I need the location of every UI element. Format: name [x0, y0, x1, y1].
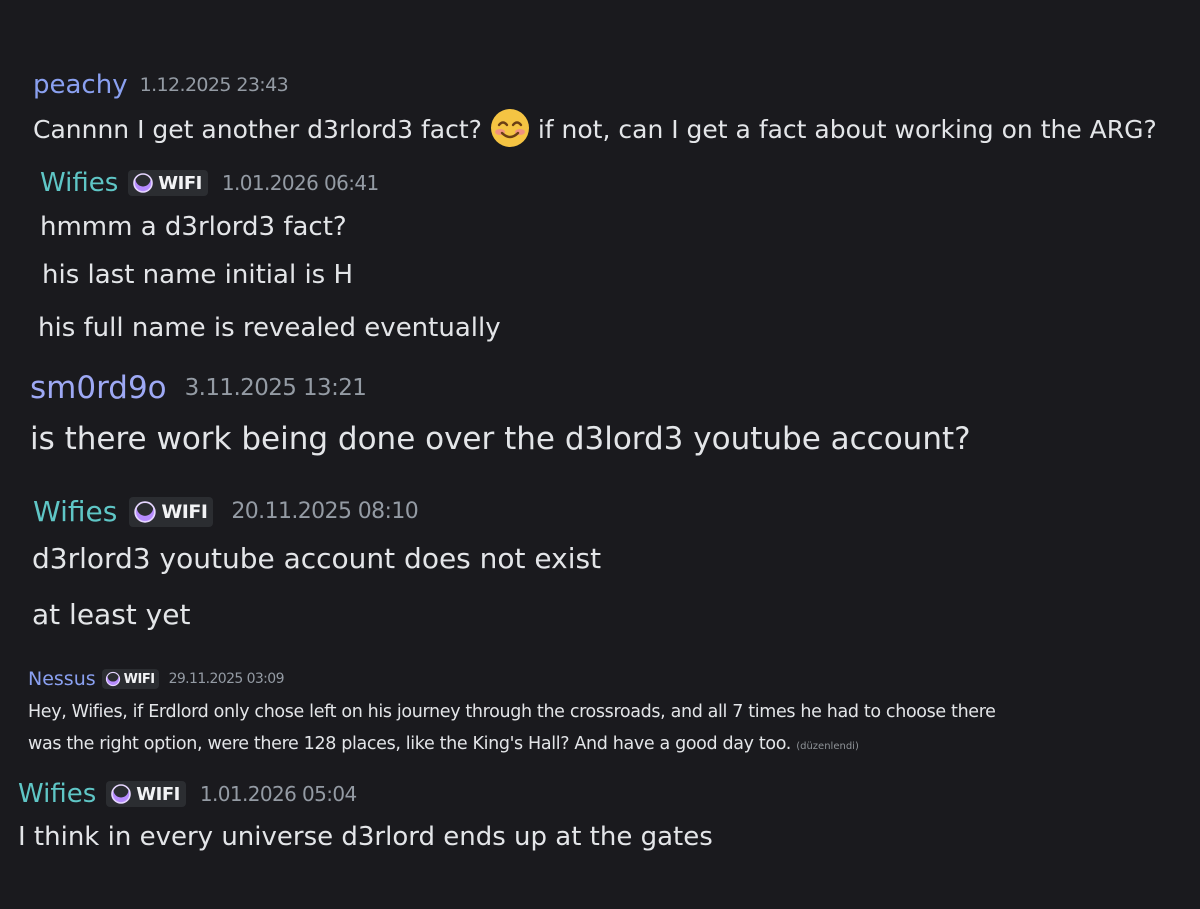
guild-tag-moon-icon — [105, 671, 121, 687]
message-text-part: if not, can I get a fact about working o… — [537, 115, 1157, 144]
timestamp[interactable]: 1.01.2026 06:41 — [222, 171, 379, 195]
guild-tag-label: WIFI — [136, 783, 180, 805]
message-text: hmmm a d3rlord3 fact? — [40, 212, 347, 242]
chat-log: peachy 1.12.2025 23:43 Cannnn I get anot… — [0, 0, 1200, 909]
author-name[interactable]: peachy — [33, 70, 128, 100]
author-name[interactable]: Nessus — [28, 668, 96, 690]
author-name[interactable]: Wifies — [18, 779, 96, 809]
message-text: I think in every universe d3rlord ends u… — [18, 822, 713, 852]
author-name[interactable]: Wifies — [40, 168, 118, 198]
message-text: at least yet — [32, 598, 191, 631]
timestamp[interactable]: 3.11.2025 13:21 — [185, 375, 367, 401]
author-name[interactable]: sm0rd9o — [30, 370, 167, 406]
smiling-face-icon — [490, 108, 530, 154]
message-text-part: Cannnn I get another d3rlord3 fact? — [33, 115, 482, 144]
timestamp[interactable]: 29.11.2025 03:09 — [169, 671, 285, 687]
message-text: Cannnn I get another d3rlord3 fact? if n… — [33, 108, 1157, 154]
timestamp[interactable]: 1.12.2025 23:43 — [140, 74, 289, 96]
guild-tag-label: WIFI — [161, 500, 208, 523]
message-text: his last name initial is H — [42, 260, 354, 290]
message-text: Hey, Wifies, if Erdlord only chose left … — [28, 702, 996, 722]
author-name[interactable]: Wifies — [33, 495, 117, 528]
guild-tag-label: WIFI — [158, 172, 202, 194]
guild-tag-moon-icon — [132, 172, 154, 194]
message-text: d3rlord3 youtube account does not exist — [32, 542, 602, 575]
guild-tag-badge[interactable]: WIFI — [101, 669, 159, 689]
guild-tag-moon-icon — [133, 499, 157, 524]
message-text: was the right option, were there 128 pla… — [28, 734, 859, 754]
edited-indicator: (düzenlendi) — [796, 741, 859, 752]
timestamp[interactable]: 20.11.2025 08:10 — [231, 499, 418, 524]
guild-tag-label: WIFI — [123, 671, 155, 687]
message-text: his full name is revealed eventually — [38, 313, 501, 343]
guild-tag-moon-icon — [110, 783, 132, 805]
guild-tag-badge[interactable]: WIFI — [129, 496, 214, 527]
message-text-part: was the right option, were there 128 pla… — [28, 734, 791, 754]
message-text: is there work being done over the d3lord… — [30, 421, 971, 457]
guild-tag-badge[interactable]: WIFI — [128, 170, 208, 196]
guild-tag-badge[interactable]: WIFI — [106, 781, 186, 807]
timestamp[interactable]: 1.01.2026 05:04 — [200, 782, 357, 806]
